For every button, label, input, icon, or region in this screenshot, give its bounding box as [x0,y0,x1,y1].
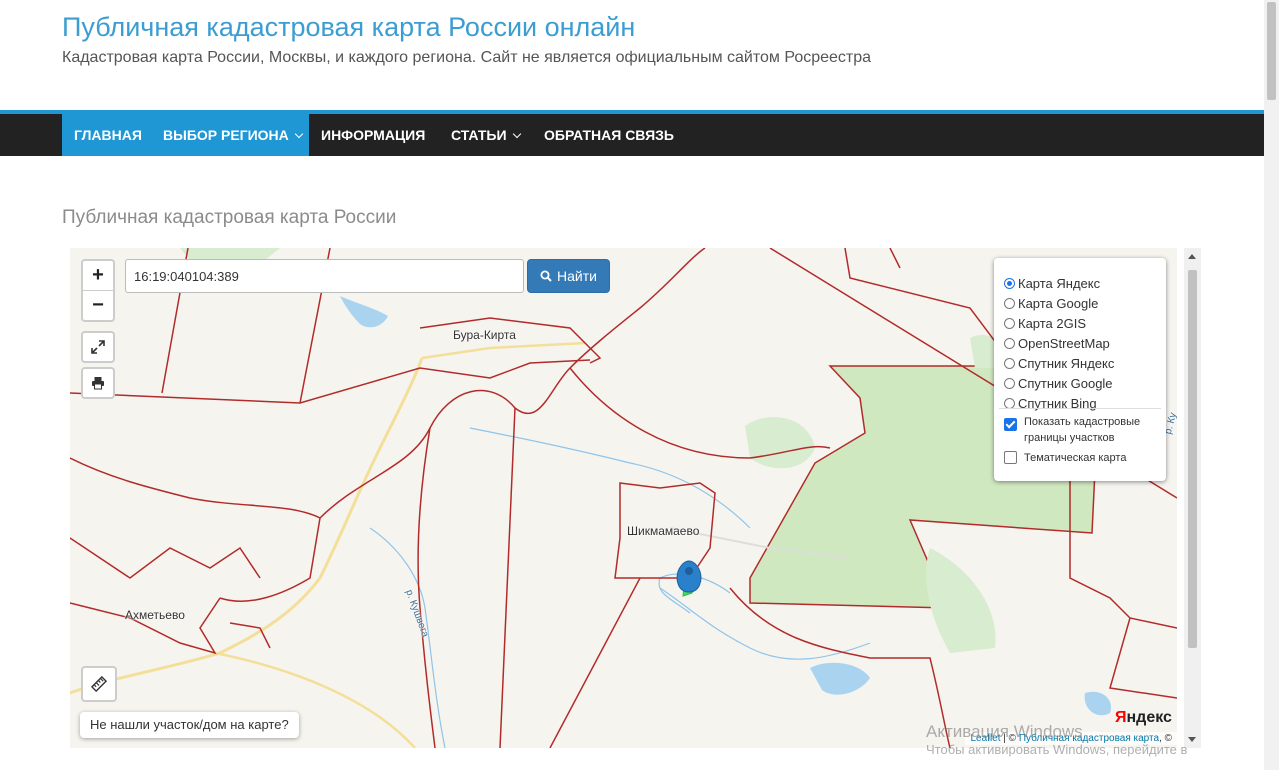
scrollbar-thumb[interactable] [1188,270,1197,648]
radio-icon [1004,277,1015,289]
zoom-out-button[interactable]: − [83,291,113,320]
layer-option-label: Карта 2GIS [1018,315,1087,331]
checkbox-checked-icon [1004,418,1017,431]
site-description: Кадастровая карта России, Москвы, и кажд… [62,49,872,66]
chevron-down-icon [512,129,521,139]
scroll-down-icon[interactable] [1188,737,1196,742]
yandex-logo: Яндекс [1115,709,1172,727]
layer-divider [999,408,1161,409]
print-button[interactable] [81,367,115,399]
yandex-logo-letter: Я [1115,709,1127,726]
nav-item-articles[interactable]: СТАТЬИ [439,114,532,156]
map-label-akhmetevo: Ахметьево [125,608,185,622]
layer-switcher: Карта Яндекс Карта Google Карта 2GIS Ope… [994,258,1166,481]
radio-icon [1004,337,1015,349]
leaflet-link[interactable]: Leaflet [970,733,1000,744]
layer-option[interactable]: Карта Яндекс [1004,274,1100,292]
printer-icon [92,377,104,390]
search-icon [540,270,552,282]
chevron-down-icon [294,129,304,139]
attribution-tail: , © [1159,733,1172,744]
yandex-logo-rest: ндекс [1126,709,1172,726]
radio-icon [1004,397,1015,409]
nav-item-articles-label: СТАТЬИ [451,127,507,143]
nav-item-info[interactable]: ИНФОРМАЦИЯ [309,114,437,156]
fullscreen-button[interactable] [81,331,115,363]
radio-icon [1004,317,1015,329]
cadastral-map[interactable]: Бура-Кирта Шикмамаево Ахметьево р. Кушве… [70,248,1177,748]
site-title[interactable]: Публичная кадастровая карта России онлай… [62,12,635,43]
expand-icon [91,340,105,354]
radio-icon [1004,297,1015,309]
map-scrollbar[interactable] [1184,248,1201,748]
thematic-map-toggle[interactable]: Тематическая карта [1004,450,1126,466]
radio-icon [1004,377,1015,389]
layer-option[interactable]: Спутник Google [1004,374,1113,392]
layer-option[interactable]: OpenStreetMap [1004,334,1110,352]
layer-option-label: Спутник Яндекс [1018,355,1115,371]
cadastral-borders-label: Показать кадастровые границы участков [1024,416,1141,444]
layer-option[interactable]: Спутник Яндекс [1004,354,1114,372]
page-scrollbar[interactable] [1264,0,1279,770]
not-found-button[interactable]: Не нашли участок/дом на карте? [80,712,299,738]
nav-item-home-label: ГЛАВНАЯ [74,127,142,143]
ruler-icon [91,676,107,692]
attribution-separator: | © [1000,733,1019,744]
search-button-label: Найти [557,268,597,284]
cadastral-search-input[interactable] [125,259,524,293]
page-title: Публичная кадастровая карта России [62,207,397,228]
layer-option[interactable]: Спутник Bing [1004,394,1097,412]
map-attribution: Leaflet | © Публичная кадастровая карта,… [965,732,1177,745]
location-marker-icon [676,560,702,593]
layer-option-label: Карта Яндекс [1018,275,1101,291]
ruler-button[interactable] [81,666,117,702]
nav-item-feedback-label: ОБРАТНАЯ СВЯЗЬ [544,127,674,143]
radio-icon [1004,357,1015,369]
layer-option[interactable]: Карта Google [1004,294,1098,312]
thematic-map-label: Тематическая карта [1024,452,1127,464]
search-button[interactable]: Найти [527,259,610,293]
nav-item-info-label: ИНФОРМАЦИЯ [321,127,426,143]
map-label-shikmamaevo: Шикмамаево [627,524,700,538]
layer-option-label: Спутник Google [1018,375,1113,391]
checkbox-icon [1004,451,1017,464]
nav-item-region[interactable]: ВЫБОР РЕГИОНА [151,114,309,156]
nav-item-region-label: ВЫБОР РЕГИОНА [163,127,289,143]
zoom-control: + − [81,259,115,322]
site-attribution-link[interactable]: Публичная кадастровая карта [1019,733,1159,744]
page-scrollbar-thumb[interactable] [1267,2,1276,100]
zoom-in-button[interactable]: + [83,261,113,291]
nav-item-feedback[interactable]: ОБРАТНАЯ СВЯЗЬ [532,114,686,156]
map-label-bura-kirta: Бура-Кирта [453,328,516,342]
scroll-up-icon[interactable] [1188,254,1196,259]
layer-option[interactable]: Карта 2GIS [1004,314,1086,332]
main-nav: ГЛАВНАЯ ВЫБОР РЕГИОНА ИНФОРМАЦИЯ СТАТЬИ … [0,114,1264,156]
nav-item-home[interactable]: ГЛАВНАЯ [62,114,151,156]
cadastral-borders-toggle[interactable]: Показать кадастровые границы участков [1004,414,1149,446]
layer-option-label: Карта Google [1018,295,1099,311]
layer-option-label: OpenStreetMap [1018,335,1110,351]
